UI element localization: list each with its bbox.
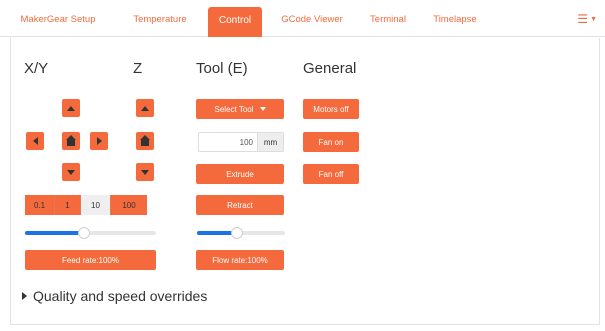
tab-makergear-setup[interactable]: MakerGear Setup xyxy=(12,9,104,35)
overrides-label: Quality and speed overrides xyxy=(33,288,208,304)
home-xy-button[interactable] xyxy=(62,132,80,150)
amount-unit: mm xyxy=(257,133,283,151)
step-size-10-button[interactable]: 10 xyxy=(81,195,111,215)
tool-title: Tool (E) xyxy=(196,60,248,77)
tab-terminal[interactable]: Terminal xyxy=(362,9,414,35)
step-size-group: 0.1 1 10 100 xyxy=(25,195,147,215)
extrude-button[interactable]: Extrude xyxy=(196,164,284,184)
arrow-up-icon xyxy=(141,105,149,111)
arrow-down-icon xyxy=(141,169,149,175)
select-tool-label: Select Tool xyxy=(214,104,254,114)
general-title: General xyxy=(303,60,357,77)
tab-control[interactable]: Control xyxy=(208,7,262,37)
chevron-down-icon xyxy=(259,107,266,111)
home-icon xyxy=(66,134,76,146)
slider-handle[interactable] xyxy=(77,227,90,239)
arrow-right-icon xyxy=(96,137,102,145)
tab-gcode-viewer[interactable]: GCode Viewer xyxy=(272,9,352,35)
feed-rate-button[interactable]: Feed rate:100% xyxy=(25,250,156,270)
home-z-button[interactable] xyxy=(136,132,154,150)
caret-right-icon xyxy=(22,292,27,300)
arrow-up-icon xyxy=(67,105,75,111)
flow-rate-slider[interactable] xyxy=(197,226,285,240)
feed-rate-slider[interactable] xyxy=(25,226,156,240)
jog-x-plus-button[interactable] xyxy=(90,132,108,150)
home-icon xyxy=(140,134,150,146)
slider-handle[interactable] xyxy=(230,227,243,239)
step-size-1-button[interactable]: 1 xyxy=(55,195,81,215)
quality-speed-overrides-toggle[interactable]: Quality and speed overrides xyxy=(22,288,207,304)
flow-rate-button[interactable]: Flow rate:100% xyxy=(196,250,284,270)
extrusion-amount-input[interactable] xyxy=(199,133,257,151)
select-tool-dropdown[interactable]: Select Tool xyxy=(196,99,284,119)
arrow-left-icon xyxy=(32,137,38,145)
retract-button[interactable]: Retract xyxy=(196,195,284,215)
fan-off-button[interactable]: Fan off xyxy=(303,164,359,184)
arrow-down-icon xyxy=(67,169,75,175)
step-size-100-button[interactable]: 100 xyxy=(111,195,147,215)
step-size-0-1-button[interactable]: 0.1 xyxy=(25,195,55,215)
tab-timelapse[interactable]: Timelapse xyxy=(424,9,486,35)
jog-z-minus-button[interactable] xyxy=(136,163,154,181)
z-title: Z xyxy=(133,60,143,77)
motors-off-button[interactable]: Motors off xyxy=(303,99,359,119)
tab-temperature[interactable]: Temperature xyxy=(125,9,195,35)
menu-button[interactable]: ☰ ▼ xyxy=(577,12,597,26)
fan-on-button[interactable]: Fan on xyxy=(303,132,359,152)
slider-fill xyxy=(25,231,84,235)
jog-y-minus-button[interactable] xyxy=(62,163,80,181)
jog-y-plus-button[interactable] xyxy=(62,99,80,117)
jog-x-minus-button[interactable] xyxy=(26,132,44,150)
extrusion-amount-field: mm xyxy=(198,132,284,152)
jog-z-plus-button[interactable] xyxy=(136,99,154,117)
chevron-down-icon: ▼ xyxy=(590,15,597,23)
hamburger-icon: ☰ xyxy=(577,12,589,26)
tab-bar: MakerGear Setup Temperature Control GCod… xyxy=(0,0,605,37)
xy-title: X/Y xyxy=(24,60,49,77)
